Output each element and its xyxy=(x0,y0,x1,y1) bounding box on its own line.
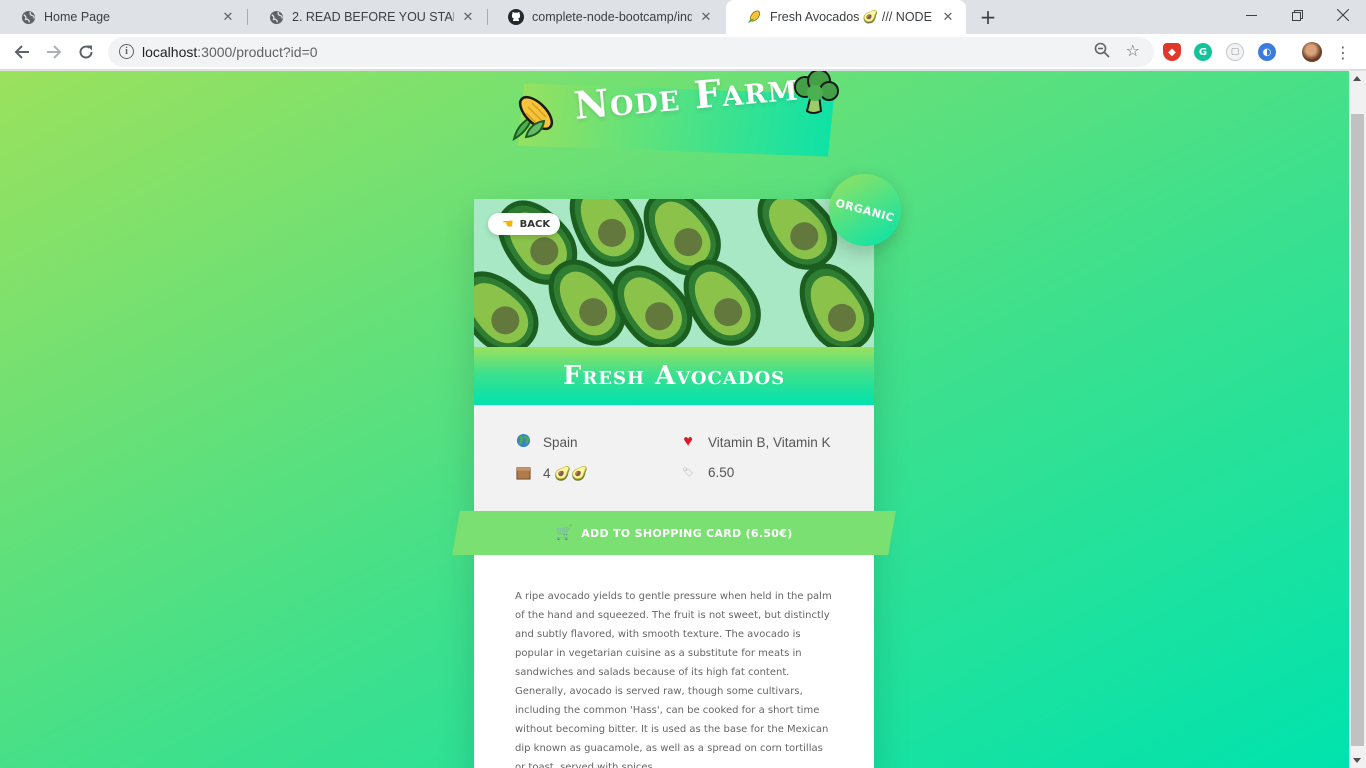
detail-nutrients: ♥ Vitamin B, Vitamin K xyxy=(680,433,831,451)
grammarly-icon[interactable]: G xyxy=(1194,43,1212,61)
tab-fresh-avocados[interactable]: Fresh Avocados 🥑 /// NODE FA ✕ xyxy=(726,0,966,34)
restore-button[interactable] xyxy=(1274,0,1320,30)
scroll-down-arrow[interactable] xyxy=(1353,758,1361,763)
page-viewport: Node Farm ☚ BACK ORGANIC Fresh Avocados … xyxy=(0,71,1349,768)
back-arrow-icon[interactable] xyxy=(8,38,36,66)
scroll-up-arrow[interactable] xyxy=(1353,76,1361,81)
heart-icon: ♥ xyxy=(683,433,693,450)
minimize-button[interactable] xyxy=(1228,0,1274,30)
detail-price: 🏷 6.50 xyxy=(680,465,734,480)
tab-github-bootcamp[interactable]: complete-node-bootcamp/index ✕ xyxy=(488,0,724,34)
extension-icon-2[interactable]: ◐ xyxy=(1258,43,1276,61)
pointing-hand-icon: ☚ xyxy=(502,216,514,232)
tab-title: 2. READ BEFORE YOU START!.htm xyxy=(292,10,454,24)
product-name: Fresh Avocados xyxy=(562,361,786,391)
avatar[interactable] xyxy=(1302,42,1322,62)
tab-title: complete-node-bootcamp/index xyxy=(532,10,692,24)
detail-quantity: 4 🥑🥑 xyxy=(515,465,588,483)
forward-arrow-icon[interactable] xyxy=(40,38,68,66)
menu-dots-icon[interactable]: ⋮ xyxy=(1335,42,1351,62)
price-value: 6.50 xyxy=(708,465,735,480)
tab-title: Home Page xyxy=(44,10,111,24)
detail-from: Spain xyxy=(515,433,578,451)
close-window-button[interactable] xyxy=(1320,0,1366,30)
back-button[interactable]: ☚ BACK xyxy=(488,213,561,235)
close-icon[interactable]: ✕ xyxy=(460,9,476,25)
product-details: Spain ♥ Vitamin B, Vitamin K 4 🥑🥑 🏷 6.50 xyxy=(474,405,874,527)
globe-earth-icon xyxy=(515,433,531,451)
quantity-value: 4 🥑🥑 xyxy=(543,466,588,481)
brave-shield-icon[interactable]: ◆ xyxy=(1163,43,1181,61)
add-to-cart-button[interactable]: 🛒 ADD TO SHOPPING CARD (6.50€) xyxy=(474,511,874,555)
new-tab-button[interactable]: + xyxy=(976,5,1000,29)
zoom-icon[interactable] xyxy=(1094,42,1110,62)
product-card: ☚ BACK ORGANIC Fresh Avocados Spain ♥ Vi… xyxy=(452,165,910,768)
corn-icon xyxy=(508,93,560,145)
scrollbar[interactable] xyxy=(1349,71,1366,768)
from-value: Spain xyxy=(543,434,578,450)
scrollbar-thumb[interactable] xyxy=(1351,114,1364,746)
site-info-icon[interactable]: i xyxy=(119,44,134,59)
add-to-cart-label: ADD TO SHOPPING CARD (6.50€) xyxy=(581,526,793,540)
globe-icon xyxy=(20,9,36,25)
close-icon[interactable]: ✕ xyxy=(220,9,236,25)
box-icon xyxy=(515,465,531,483)
corn-icon xyxy=(746,9,762,25)
browser-toolbar: i localhost:3000/product?id=0 ☆ ◆ G ▢ ◐ … xyxy=(0,34,1366,70)
tab-title: Fresh Avocados 🥑 /// NODE FA xyxy=(770,9,934,24)
product-description: A ripe avocado yields to gentle pressure… xyxy=(515,591,832,768)
tab-read-before[interactable]: 2. READ BEFORE YOU START!.htm ✕ xyxy=(248,0,486,34)
tab-strip: Home Page ✕ 2. READ BEFORE YOU START!.ht… xyxy=(0,0,1366,34)
back-button-label: BACK xyxy=(519,218,551,230)
product-image: ☚ BACK xyxy=(474,199,874,347)
close-icon[interactable]: ✕ xyxy=(940,9,956,25)
price-tag-icon: 🏷 xyxy=(682,467,694,477)
close-icon[interactable]: ✕ xyxy=(698,9,714,25)
address-bar[interactable]: i localhost:3000/product?id=0 ☆ xyxy=(108,37,1154,67)
shopping-cart-icon: 🛒 xyxy=(555,525,574,541)
tab-home-page[interactable]: Home Page ✕ xyxy=(0,0,246,34)
globe-icon xyxy=(268,9,284,25)
nutrients-value: Vitamin B, Vitamin K xyxy=(708,434,831,450)
product-name-bar: Fresh Avocados xyxy=(474,347,874,405)
broccoli-icon xyxy=(791,71,843,119)
bookmark-star-icon[interactable]: ☆ xyxy=(1126,41,1140,60)
github-icon xyxy=(508,9,524,25)
reload-icon[interactable] xyxy=(72,38,100,66)
extension-icon[interactable]: ▢ xyxy=(1226,43,1244,61)
url-text: localhost:3000/product?id=0 xyxy=(142,44,318,60)
